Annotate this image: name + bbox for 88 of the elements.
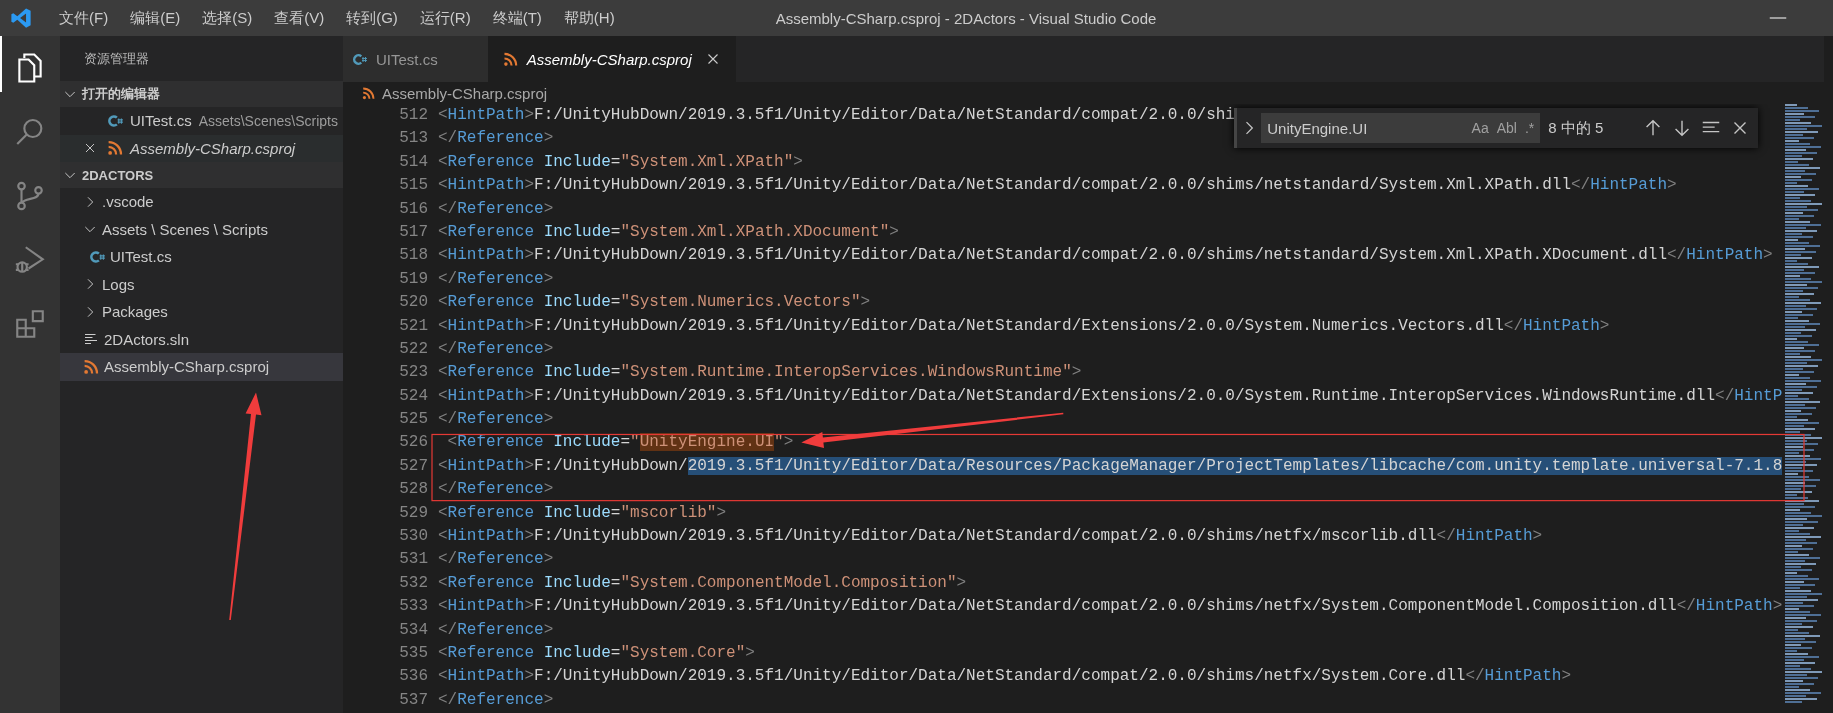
code-line: <HintPath>F:/UnityHubDown/2019.3.5f1/Unity/Editor/Data/Resources/PackageManager/ProjectTemplates/libcache/com.unity.template.universal-7.1.8: [438, 455, 1783, 477]
line-number: 531: [398, 549, 428, 571]
folder-item[interactable]: Assets \ Scenes \ Scripts: [60, 215, 343, 243]
active-indicator: [0, 36, 2, 92]
line-number: 535: [398, 643, 428, 664]
breadcrumb-item[interactable]: Assembly-CSharp.csproj: [361, 84, 548, 102]
section-header[interactable]: 2DACTORS: [60, 162, 343, 188]
code-line: </Reference>: [438, 409, 554, 431]
section-header[interactable]: 打开的编辑器: [60, 81, 343, 107]
rss-icon: [82, 357, 100, 376]
code-line: <HintPath>F:/UnityHubDown/2019.3.5f1/Unity/Editor/Data/NetStandard/compat/2.0.0/shims/netstandard/System.Xml.XPath.dll</HintPath>: [438, 175, 1677, 197]
code-line: <HintPath>F:/UnityHubDown/2019.3.5f1/Unity/Editor/Data/NetStandard/compat/2.0.0/shims/netfx/System.ComponentModel.Composition.dll</HintPath>: [438, 596, 1783, 618]
code-line: </Reference>: [438, 198, 554, 220]
open-editor-item[interactable]: Assembly-CSharp.csproj: [60, 134, 343, 162]
code-line: <Reference Include="System.Xml.XPath.XDocument">: [438, 221, 899, 243]
code-line: </Reference>: [438, 689, 554, 711]
code-line: <Reference Include="System.Core">: [438, 643, 755, 664]
editor-tab[interactable]: Assembly-CSharp.csproj: [487, 36, 736, 82]
editor-tab[interactable]: UITest.cs: [343, 36, 488, 82]
file-item[interactable]: Assembly-CSharp.csproj: [60, 353, 343, 381]
line-number: 530: [398, 526, 428, 548]
line-number: 516: [398, 198, 428, 220]
menu-item[interactable]: 查看(V): [263, 8, 336, 28]
menu-item[interactable]: 转到(G): [335, 8, 409, 28]
logo-icon: [10, 7, 32, 29]
line-number: 518: [398, 245, 428, 267]
line-number: 512: [398, 105, 428, 126]
folder-item[interactable]: .vscode: [60, 188, 343, 216]
line-number: 537: [398, 689, 428, 711]
file-item[interactable]: UITest.cs: [60, 243, 343, 271]
line-number: 519: [398, 268, 428, 290]
line-number: 520: [398, 292, 428, 314]
line-number: 529: [398, 502, 428, 524]
extensions-icon[interactable]: [13, 307, 47, 341]
menu-item[interactable]: 文件(F): [48, 8, 120, 28]
line-number: 526: [398, 432, 428, 454]
rss-icon: [501, 50, 519, 68]
line-number: 513: [398, 128, 428, 150]
code-line: </Reference>: [438, 268, 554, 290]
menu-item[interactable]: 选择(S): [191, 8, 264, 28]
menu-item[interactable]: 终端(T): [481, 8, 553, 28]
code-line: <HintPath>F:/UnityHubDown/2019.3.5f1/Unity/Editor/Data/NetStandard/compat/2.0.0/shi: [438, 105, 1235, 126]
code-line: <Reference Include="System.Xml.XPath">: [438, 151, 803, 173]
folder-item[interactable]: Packages: [60, 298, 343, 326]
open-editor-item[interactable]: UITest.cs Assets\Scenes\Scripts: [60, 107, 343, 135]
code-line: </Reference>: [438, 128, 554, 150]
line-number: 536: [398, 666, 428, 688]
menu-item[interactable]: 运行(R): [408, 8, 482, 28]
sidebar-title: 资源管理器: [83, 49, 150, 68]
line-number: 533: [398, 596, 428, 618]
code-line: <Reference Include="System.ComponentModel.Composition">: [438, 572, 967, 594]
file-item[interactable]: 2DActors.sln: [60, 325, 343, 353]
window-title: Assembly-CSharp.csproj - 2DActors - Visual Studio Code: [775, 9, 1157, 27]
line-number: 532: [398, 572, 428, 594]
line-number: 517: [398, 221, 428, 243]
line-number: 525: [398, 409, 428, 431]
line-number: 522: [398, 338, 428, 360]
code-line: <HintPath>F:/UnityHubDown/2019.3.5f1/Unity/Editor/Data/NetStandard/compat/2.0.0/shims/netstandard/System.Xml.XPath.XDocument.dll</HintPath>: [438, 245, 1773, 267]
whole-word-toggle[interactable]: Abl: [1496, 120, 1517, 136]
match-case-toggle[interactable]: Aa: [1471, 120, 1489, 136]
code-line: </Reference>: [438, 338, 554, 360]
folder-item[interactable]: Logs: [60, 270, 343, 298]
rss-icon: [361, 85, 376, 101]
match-count: 8 中的 5: [1548, 118, 1604, 138]
file-path: Assets\Scenes\Scripts: [198, 112, 338, 129]
line-number: 521: [398, 315, 428, 337]
code-line: </Reference>: [438, 619, 554, 641]
code-line: <HintPath>F:/UnityHubDown/2019.3.5f1/Unity/Editor/Data/NetStandard/compat/2.0.0/shims/netfx/System.Core.dll</HintPath>: [438, 666, 1571, 688]
line-number: 515: [398, 175, 428, 197]
menu-item[interactable]: 编辑(E): [119, 8, 192, 28]
code-line: <Reference Include="mscorlib">: [438, 502, 727, 524]
regex-toggle[interactable]: .*: [1524, 120, 1535, 136]
line-number: 528: [398, 479, 428, 501]
line-number: 524: [398, 385, 428, 407]
code-line: <HintPath>F:/UnityHubDown/2019.3.5f1/Unity/Editor/Data/NetStandard/compat/2.0.0/shims/netfx/mscorlib.dll</HintPath>: [438, 526, 1543, 548]
line-number: 514: [398, 151, 428, 173]
line-number: 523: [398, 362, 428, 384]
code-line: <Reference Include="System.Runtime.InteropServices.WindowsRuntime">: [438, 362, 1082, 384]
code-line: <Reference Include="System.Numerics.Vectors">: [438, 292, 871, 314]
rss-icon: [106, 139, 124, 158]
search-field[interactable]: UnityEngine.UI Aa Abl .*: [1261, 113, 1541, 143]
code-line: <HintPath>F:/UnityHubDown/2019.3.5f1/Unity/Editor/Data/NetStandard/Extensions/2.0.0/System.Numerics.Vectors.dll</HintPath>: [438, 315, 1610, 337]
code-line: </Reference>: [438, 479, 554, 501]
code-line: <HintPath>F:/UnityHubDown/2019.3.5f1/Unity/Editor/Data/NetStandard/Extensions/2.0.0/System.Runtime.InteropServices.WindowsRuntime.dll</HintP: [438, 385, 1783, 407]
line-number: 534: [398, 619, 428, 641]
code-line: </Reference>: [438, 549, 554, 571]
line-number: 527: [398, 455, 428, 477]
menu-item[interactable]: 帮助(H): [552, 8, 626, 28]
